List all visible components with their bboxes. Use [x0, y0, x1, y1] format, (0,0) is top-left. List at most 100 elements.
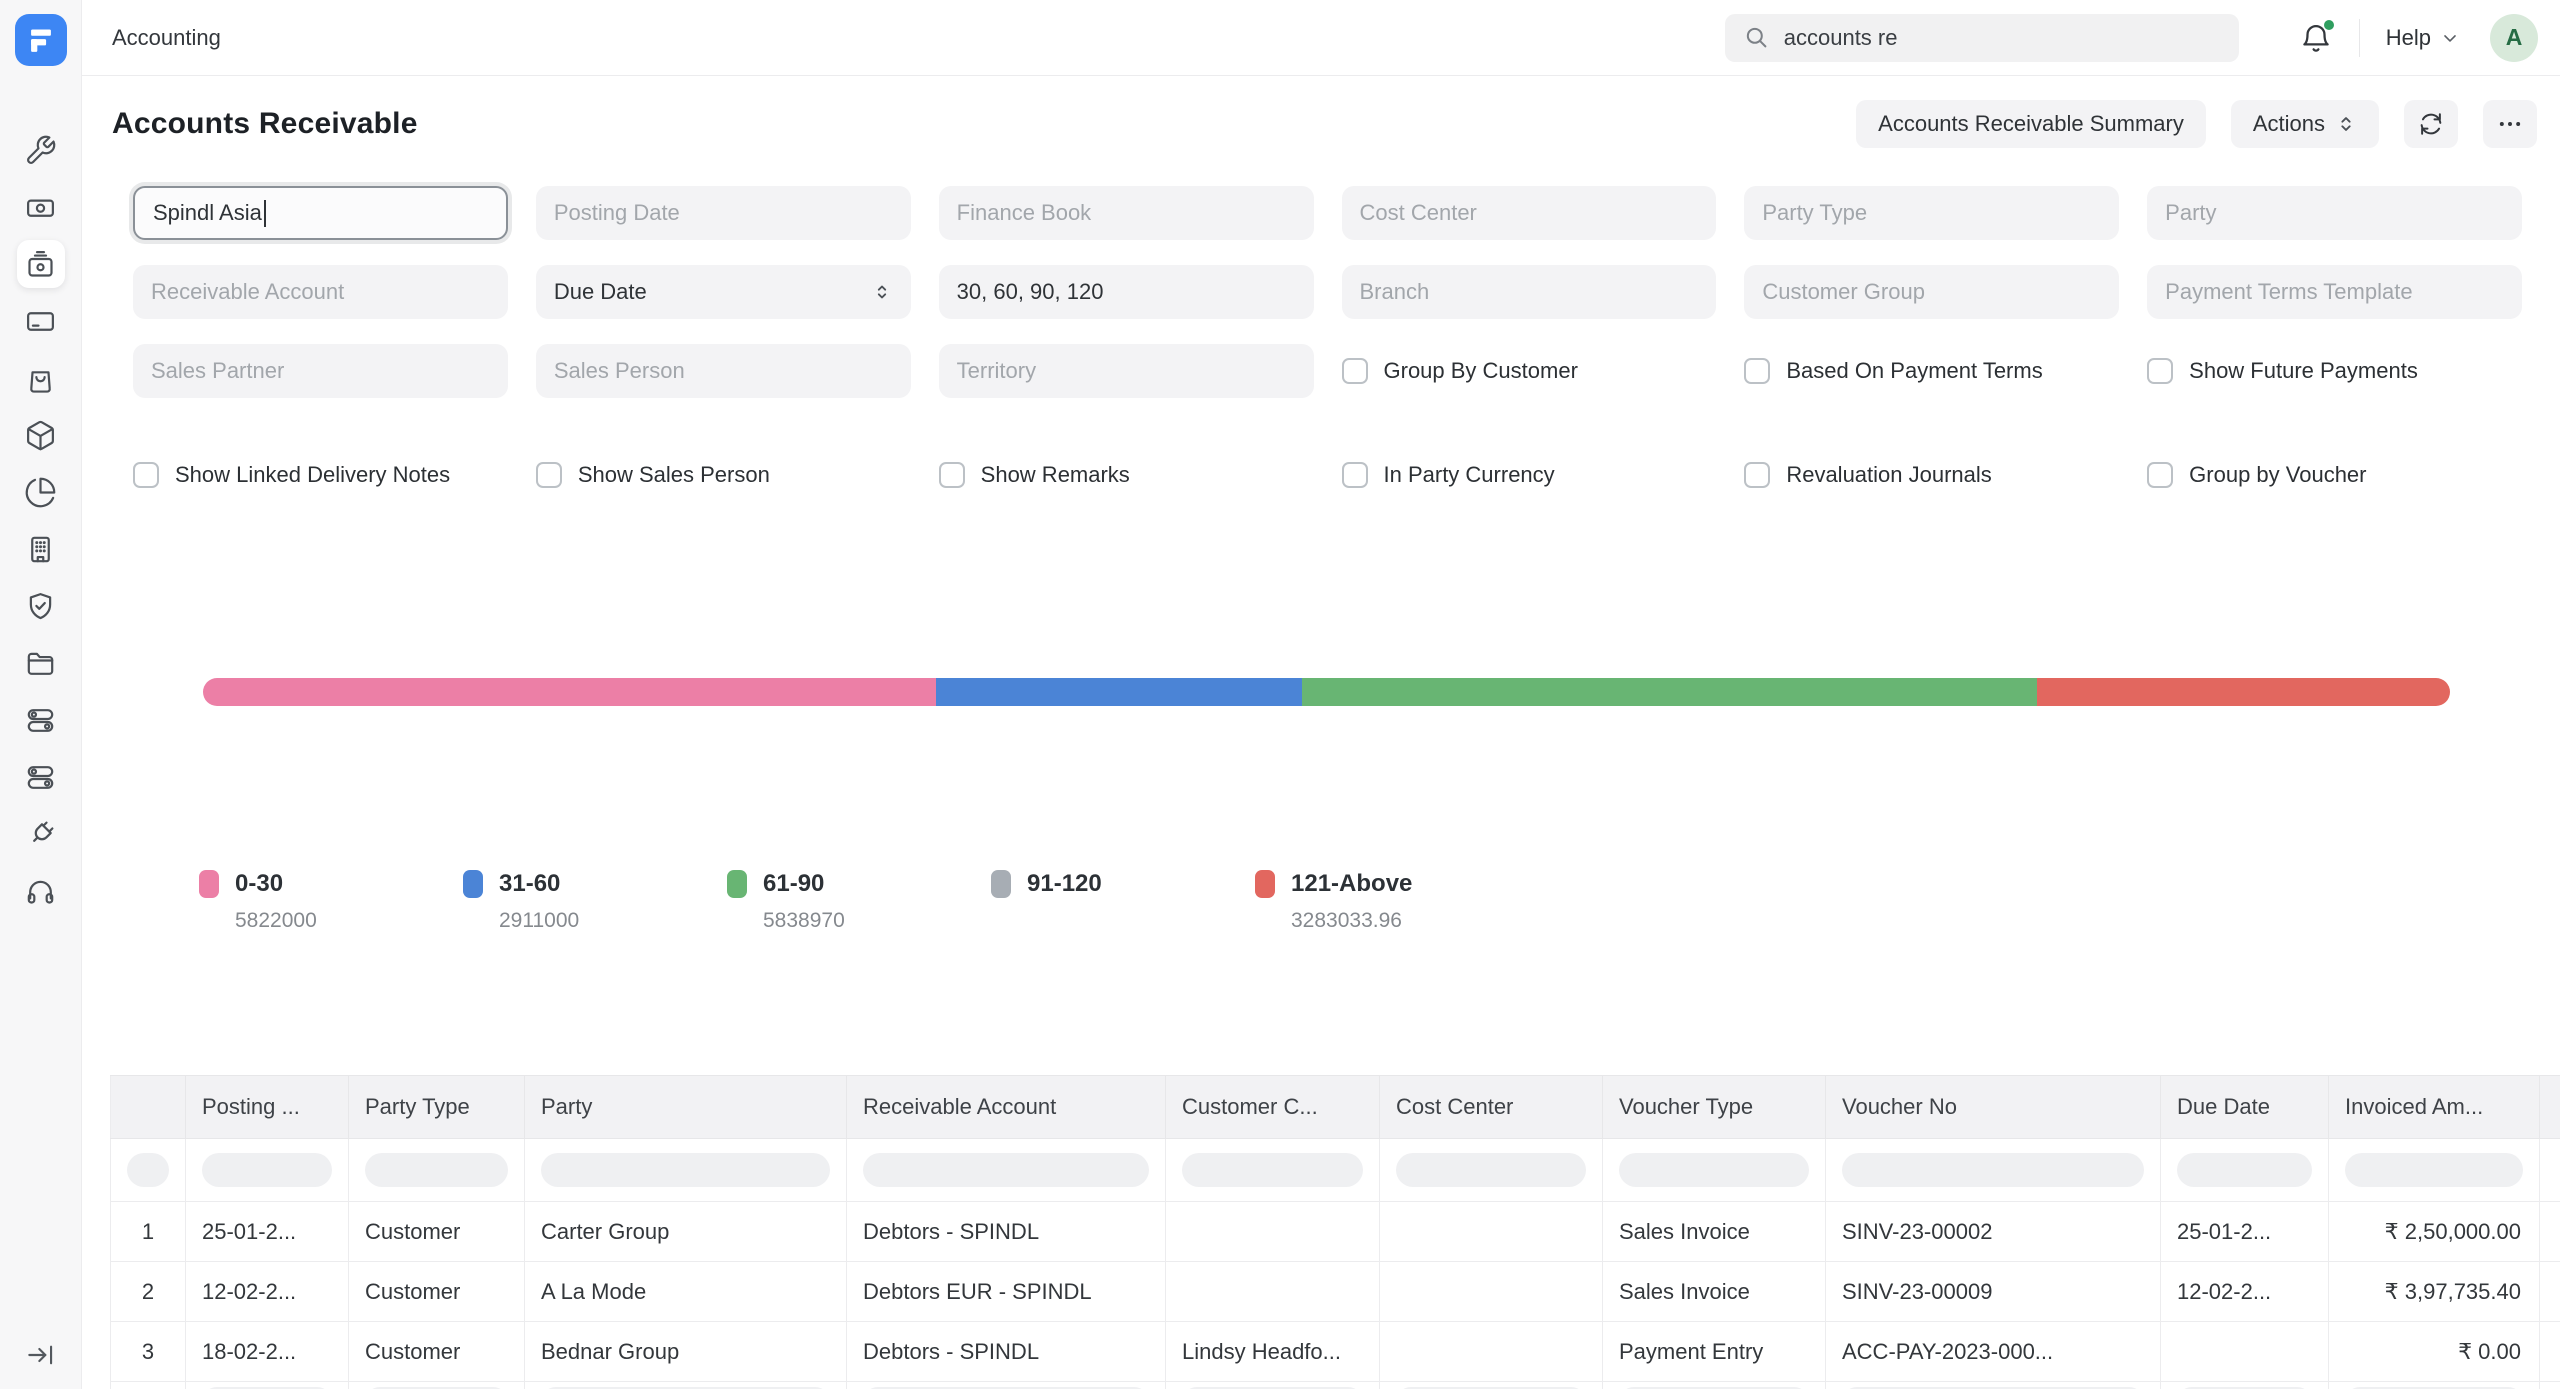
legend-swatch — [727, 870, 747, 898]
column-header[interactable]: Party Type — [349, 1076, 525, 1138]
filter-customer-group[interactable]: Customer Group — [1744, 265, 2119, 319]
sidebar-item-tools[interactable] — [17, 126, 65, 174]
stacked-bar — [203, 678, 2450, 706]
filter-based-on-payment-terms[interactable]: Based On Payment Terms — [1744, 344, 2119, 398]
user-avatar[interactable]: A — [2490, 14, 2538, 62]
column-header[interactable]: Invoiced Am... — [2329, 1076, 2540, 1138]
filter-group-by-customer[interactable]: Group By Customer — [1342, 344, 1717, 398]
sidebar-item-settings[interactable] — [17, 696, 65, 744]
column-header[interactable]: Party — [525, 1076, 847, 1138]
column-header[interactable]: Receivable Account — [847, 1076, 1166, 1138]
column-filter-input[interactable] — [365, 1153, 508, 1187]
filter-ageing-range[interactable]: 30, 60, 90, 120 — [939, 265, 1314, 319]
notifications-button[interactable] — [2299, 20, 2333, 56]
sidebar-item-customization[interactable] — [17, 753, 65, 801]
column-filter-input[interactable] — [2345, 1153, 2523, 1187]
filter-ageing-based-on[interactable]: Due Date — [536, 265, 911, 319]
sidebar-item-analytics[interactable] — [17, 468, 65, 516]
table-row[interactable]: 318-02-2...CustomerBednar GroupDebtors -… — [110, 1322, 2560, 1382]
table-cell: A La Mode — [525, 1262, 847, 1321]
column-filter-input[interactable] — [2177, 1153, 2312, 1187]
column-filter-input[interactable] — [1182, 1153, 1363, 1187]
column-header[interactable] — [110, 1076, 186, 1138]
summary-button[interactable]: Accounts Receivable Summary — [1856, 100, 2206, 148]
checkbox-group-by-voucher[interactable] — [2147, 462, 2173, 488]
filter-party-type[interactable]: Party Type — [1744, 186, 2119, 240]
refresh-button[interactable] — [2404, 100, 2458, 148]
table-row[interactable]: 212-02-2...CustomerA La ModeDebtors EUR … — [110, 1262, 2560, 1322]
sidebar-expand-button[interactable] — [24, 1339, 56, 1374]
table-row-partial — [110, 1382, 2560, 1389]
column-header[interactable]: Posting ... — [186, 1076, 349, 1138]
checkbox-show-remarks[interactable] — [939, 462, 965, 488]
filter-posting-date[interactable]: Posting Date — [536, 186, 911, 240]
checkbox-show-future-payments[interactable] — [2147, 358, 2173, 384]
column-filter-input[interactable] — [127, 1153, 169, 1187]
global-search-input[interactable]: accounts re — [1725, 14, 2239, 62]
filter-finance-book[interactable]: Finance Book — [939, 186, 1314, 240]
app-logo[interactable] — [15, 14, 67, 66]
table-row[interactable]: 125-01-2...CustomerCarter GroupDebtors -… — [110, 1202, 2560, 1262]
sidebar-item-organization[interactable] — [17, 525, 65, 573]
sidebar-item-projects[interactable] — [17, 639, 65, 687]
checkbox-label: Group By Customer — [1384, 358, 1578, 384]
column-header[interactable]: Voucher Type — [1603, 1076, 1826, 1138]
filter-territory[interactable]: Territory — [939, 344, 1314, 398]
page-title: Accounts Receivable — [112, 107, 418, 141]
column-filter-input[interactable] — [1842, 1153, 2144, 1187]
breadcrumb[interactable]: Accounting — [112, 25, 221, 51]
column-header[interactable]: Cost Center — [1380, 1076, 1603, 1138]
filter-group-by-voucher[interactable]: Group by Voucher — [2147, 448, 2522, 502]
sidebar-item-support[interactable] — [17, 867, 65, 915]
filter-cost-center[interactable]: Cost Center — [1342, 186, 1717, 240]
filter-branch[interactable]: Branch — [1342, 265, 1717, 319]
chevron-up-down-icon — [871, 281, 893, 303]
table-cell: ACC-PAY-2023-000... — [1826, 1322, 2161, 1381]
more-menu-button[interactable] — [2483, 100, 2537, 148]
sidebar-item-integrations[interactable] — [17, 810, 65, 858]
filter-sales-person[interactable]: Sales Person — [536, 344, 911, 398]
column-filter-input[interactable] — [1396, 1153, 1586, 1187]
sidebar-item-payments[interactable] — [17, 183, 65, 231]
filter-show-future-payments[interactable]: Show Future Payments — [2147, 344, 2522, 398]
tools-icon — [24, 134, 57, 167]
checkbox-show-linked-delivery-notes[interactable] — [133, 462, 159, 488]
filter-in-party-currency[interactable]: In Party Currency — [1342, 448, 1717, 502]
actions-label: Actions — [2253, 111, 2325, 137]
filter-receivable-account[interactable]: Receivable Account — [133, 265, 508, 319]
column-filter-input[interactable] — [1619, 1153, 1809, 1187]
sidebar-item-stock[interactable] — [17, 411, 65, 459]
column-filter-input[interactable] — [863, 1153, 1149, 1187]
legend-label: 0-30 — [235, 870, 283, 898]
filter-company[interactable]: Spindl Asia — [133, 186, 508, 240]
sidebar-item-quality[interactable] — [17, 582, 65, 630]
checkbox-show-sales-person[interactable] — [536, 462, 562, 488]
filter-party[interactable]: Party — [2147, 186, 2522, 240]
sidebar-item-buying[interactable] — [17, 354, 65, 402]
legend-value: 3283033.96 — [1291, 909, 1519, 933]
filter-text: Posting Date — [554, 200, 680, 226]
checkbox-group-by-customer[interactable] — [1342, 358, 1368, 384]
filter-sales-partner[interactable]: Sales Partner — [133, 344, 508, 398]
filter-payment-terms-template[interactable]: Payment Terms Template — [2147, 265, 2522, 319]
column-filter-input[interactable] — [202, 1153, 332, 1187]
column-header[interactable]: Voucher No — [1826, 1076, 2161, 1138]
filter-text: Party Type — [1762, 200, 1867, 226]
table-cell: Customer — [349, 1322, 525, 1381]
column-header[interactable]: Customer C... — [1166, 1076, 1380, 1138]
column-header[interactable]: Due Date — [2161, 1076, 2329, 1138]
column-header[interactable] — [2540, 1076, 2560, 1138]
filter-show-remarks[interactable]: Show Remarks — [939, 448, 1314, 502]
checkbox-in-party-currency[interactable] — [1342, 462, 1368, 488]
help-menu-button[interactable]: Help — [2386, 25, 2460, 51]
filter-show-linked-delivery-notes[interactable]: Show Linked Delivery Notes — [133, 448, 508, 502]
actions-button[interactable]: Actions — [2231, 100, 2379, 148]
filter-show-sales-person[interactable]: Show Sales Person — [536, 448, 911, 502]
page-content: Accounts Receivable Accounts Receivable … — [82, 76, 2560, 1389]
column-filter-input[interactable] — [541, 1153, 830, 1187]
filter-revaluation-journals[interactable]: Revaluation Journals — [1744, 448, 2119, 502]
checkbox-based-on-payment-terms[interactable] — [1744, 358, 1770, 384]
sidebar-item-accounting[interactable] — [17, 240, 65, 288]
sidebar-item-selling[interactable] — [17, 297, 65, 345]
checkbox-revaluation-journals[interactable] — [1744, 462, 1770, 488]
